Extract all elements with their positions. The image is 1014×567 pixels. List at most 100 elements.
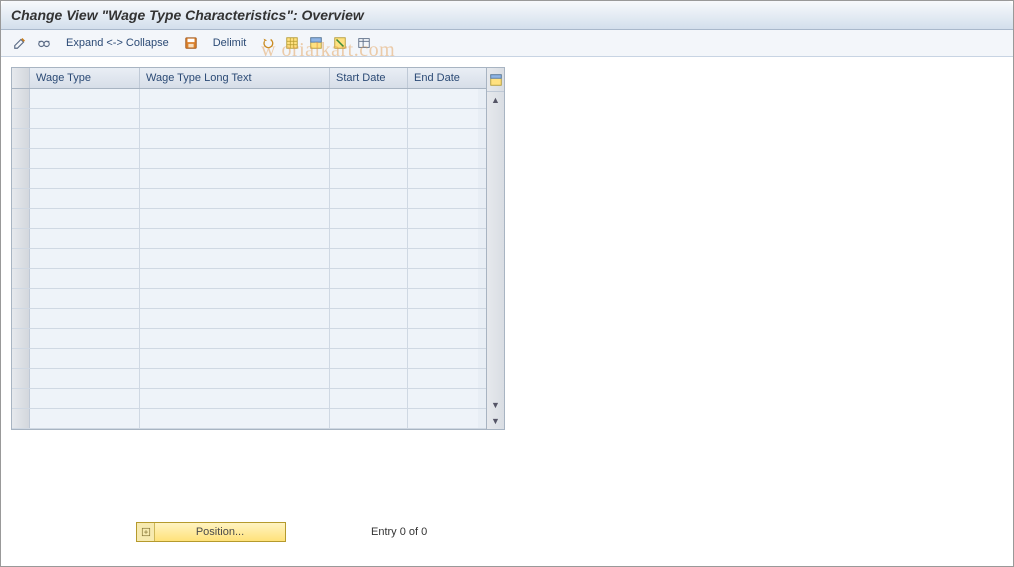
cell-wage-type-long-text[interactable] — [140, 389, 330, 408]
cell-wage-type[interactable] — [30, 329, 140, 348]
cell-wage-type[interactable] — [30, 369, 140, 388]
cell-start-date[interactable] — [330, 369, 408, 388]
cell-wage-type[interactable] — [30, 89, 140, 108]
cell-wage-type[interactable] — [30, 169, 140, 188]
row-selector[interactable] — [12, 169, 30, 188]
cell-start-date[interactable] — [330, 169, 408, 188]
cell-end-date[interactable] — [408, 289, 478, 308]
cell-wage-type[interactable] — [30, 249, 140, 268]
cell-wage-type[interactable] — [30, 349, 140, 368]
table-row[interactable] — [12, 329, 486, 349]
row-selector[interactable] — [12, 89, 30, 108]
cell-start-date[interactable] — [330, 209, 408, 228]
scroll-up-icon[interactable]: ▲ — [487, 92, 504, 108]
cell-wage-type[interactable] — [30, 409, 140, 428]
cell-wage-type-long-text[interactable] — [140, 129, 330, 148]
table-row[interactable] — [12, 389, 486, 409]
column-header-end-date[interactable]: End Date — [408, 68, 478, 88]
column-header-wage-type[interactable]: Wage Type — [30, 68, 140, 88]
column-header-start-date[interactable]: Start Date — [330, 68, 408, 88]
cell-start-date[interactable] — [330, 289, 408, 308]
column-header-wage-type-long-text[interactable]: Wage Type Long Text — [140, 68, 330, 88]
cell-start-date[interactable] — [330, 309, 408, 328]
cell-wage-type-long-text[interactable] — [140, 169, 330, 188]
cell-start-date[interactable] — [330, 249, 408, 268]
undo-icon[interactable] — [257, 34, 279, 52]
cell-end-date[interactable] — [408, 149, 478, 168]
cell-end-date[interactable] — [408, 369, 478, 388]
cell-end-date[interactable] — [408, 269, 478, 288]
cell-wage-type[interactable] — [30, 209, 140, 228]
cell-wage-type-long-text[interactable] — [140, 149, 330, 168]
expand-collapse-button[interactable]: Expand <-> Collapse — [57, 34, 178, 52]
delimit-button[interactable]: Delimit — [204, 34, 256, 52]
row-selector[interactable] — [12, 269, 30, 288]
cell-start-date[interactable] — [330, 149, 408, 168]
cell-end-date[interactable] — [408, 209, 478, 228]
table-row[interactable] — [12, 109, 486, 129]
cell-end-date[interactable] — [408, 309, 478, 328]
cell-start-date[interactable] — [330, 269, 408, 288]
table-row[interactable] — [12, 409, 486, 429]
cell-end-date[interactable] — [408, 229, 478, 248]
cell-wage-type-long-text[interactable] — [140, 269, 330, 288]
table-row[interactable] — [12, 349, 486, 369]
table-row[interactable] — [12, 149, 486, 169]
cell-wage-type-long-text[interactable] — [140, 109, 330, 128]
cell-start-date[interactable] — [330, 109, 408, 128]
table-row[interactable] — [12, 209, 486, 229]
cell-wage-type-long-text[interactable] — [140, 89, 330, 108]
row-selector[interactable] — [12, 109, 30, 128]
row-selector[interactable] — [12, 409, 30, 428]
cell-wage-type-long-text[interactable] — [140, 229, 330, 248]
scroll-track[interactable] — [487, 108, 504, 397]
cell-end-date[interactable] — [408, 89, 478, 108]
table-row[interactable] — [12, 129, 486, 149]
cell-start-date[interactable] — [330, 409, 408, 428]
cell-wage-type-long-text[interactable] — [140, 309, 330, 328]
cell-wage-type[interactable] — [30, 129, 140, 148]
cell-end-date[interactable] — [408, 349, 478, 368]
row-selector[interactable] — [12, 229, 30, 248]
cell-start-date[interactable] — [330, 89, 408, 108]
cell-wage-type[interactable] — [30, 229, 140, 248]
change-icon[interactable] — [9, 34, 31, 52]
select-block-icon[interactable] — [305, 34, 327, 52]
table-row[interactable] — [12, 189, 486, 209]
table-row[interactable] — [12, 369, 486, 389]
cell-wage-type[interactable] — [30, 389, 140, 408]
cell-wage-type-long-text[interactable] — [140, 349, 330, 368]
table-row[interactable] — [12, 249, 486, 269]
row-selector[interactable] — [12, 149, 30, 168]
row-selector[interactable] — [12, 369, 30, 388]
table-row[interactable] — [12, 89, 486, 109]
row-selector[interactable] — [12, 189, 30, 208]
table-row[interactable] — [12, 309, 486, 329]
row-selector[interactable] — [12, 129, 30, 148]
cell-wage-type-long-text[interactable] — [140, 249, 330, 268]
cell-end-date[interactable] — [408, 409, 478, 428]
cell-start-date[interactable] — [330, 329, 408, 348]
position-button[interactable]: Position... — [136, 522, 286, 542]
scroll-down-icon[interactable]: ▼ — [487, 397, 504, 413]
row-selector[interactable] — [12, 389, 30, 408]
cell-end-date[interactable] — [408, 389, 478, 408]
cell-wage-type-long-text[interactable] — [140, 209, 330, 228]
cell-start-date[interactable] — [330, 389, 408, 408]
save-icon[interactable] — [180, 34, 202, 52]
cell-wage-type[interactable] — [30, 309, 140, 328]
cell-wage-type[interactable] — [30, 109, 140, 128]
cell-start-date[interactable] — [330, 129, 408, 148]
table-settings-icon[interactable] — [353, 34, 375, 52]
row-selector[interactable] — [12, 309, 30, 328]
deselect-all-icon[interactable] — [329, 34, 351, 52]
cell-wage-type-long-text[interactable] — [140, 289, 330, 308]
glasses-icon[interactable] — [33, 34, 55, 52]
row-selector[interactable] — [12, 209, 30, 228]
cell-wage-type-long-text[interactable] — [140, 369, 330, 388]
cell-start-date[interactable] — [330, 349, 408, 368]
row-selector[interactable] — [12, 349, 30, 368]
cell-end-date[interactable] — [408, 189, 478, 208]
table-row[interactable] — [12, 229, 486, 249]
select-all-icon[interactable] — [281, 34, 303, 52]
